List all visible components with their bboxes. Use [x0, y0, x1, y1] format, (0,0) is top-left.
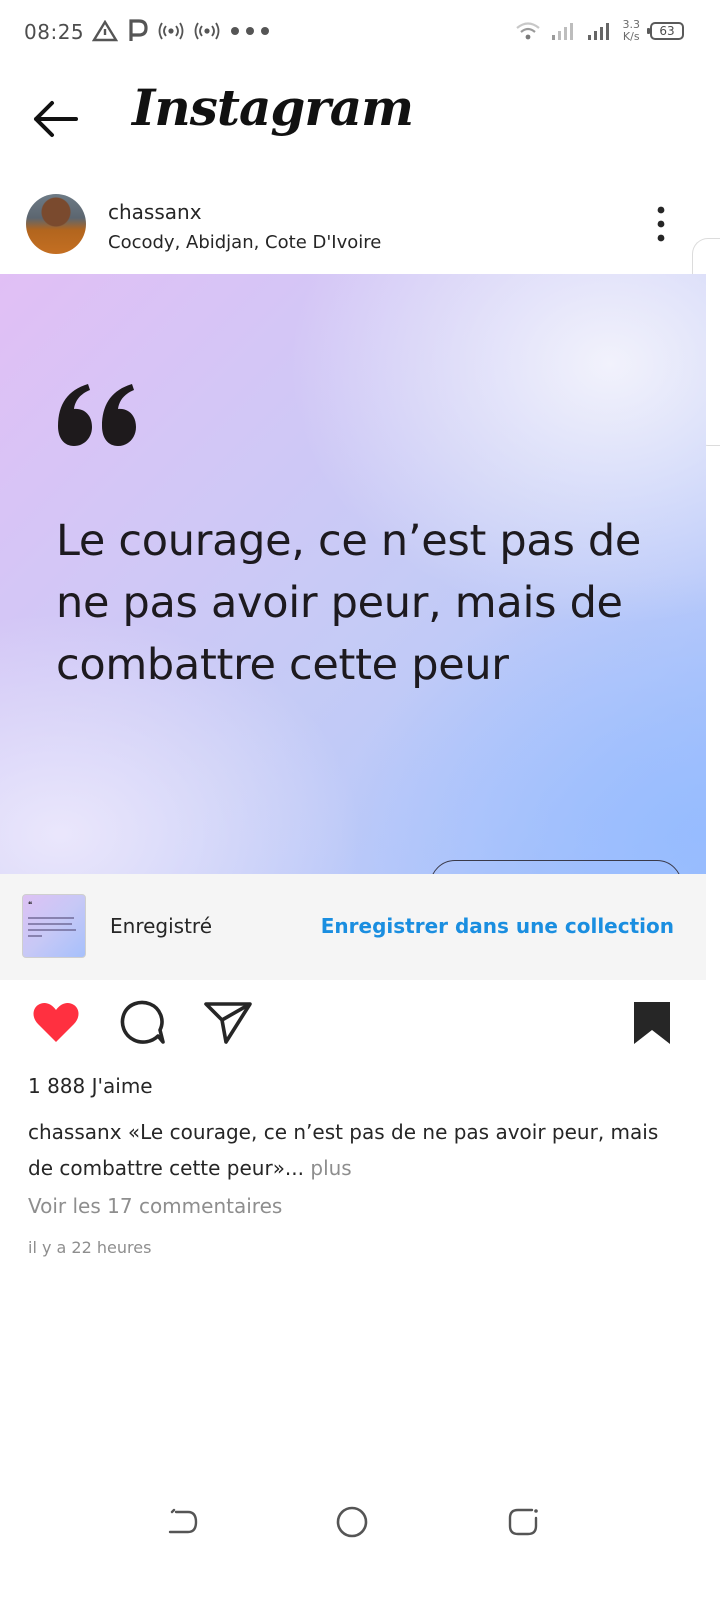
thumbnail-line [28, 917, 74, 919]
signal-icon [587, 23, 609, 40]
back-arrow-icon[interactable] [28, 92, 82, 146]
nav-home-icon[interactable] [332, 1502, 372, 1542]
quote-text: Le courage, ce n’est pas de ne pas avoir… [56, 516, 642, 690]
triangle-icon [92, 20, 118, 42]
wifi-icon [515, 22, 540, 40]
quote-mark-icon [58, 384, 136, 446]
battery-icon: 63 [647, 22, 684, 40]
app-title: Instagram [132, 78, 414, 137]
caption-more-link[interactable]: plus [304, 1156, 351, 1180]
post-username[interactable]: chassanx [108, 200, 202, 224]
thumbnail-quote-icon: ❝ [28, 900, 33, 909]
saved-post-thumbnail[interactable]: ❝ [22, 894, 86, 958]
status-time: 08:25 [24, 20, 85, 44]
view-comments-link[interactable]: Voir les 17 commentaires [28, 1194, 282, 1218]
status-left-icons [92, 16, 270, 46]
post-timestamp: il y a 22 heures [28, 1238, 152, 1257]
nav-back-icon[interactable] [162, 1502, 202, 1542]
network-speed-unit: K/s [622, 30, 640, 43]
parking-p-icon [129, 19, 148, 41]
share-send-icon[interactable] [202, 996, 254, 1048]
system-nav-bar [0, 1490, 720, 1554]
app-header: Instagram [0, 64, 720, 174]
saved-label: Enregistré [110, 914, 213, 938]
post-caption: chassanx «Le courage, ce n’est pas de ne… [28, 1114, 678, 1186]
status-bar: 08:25 3.3 K/s 63 [0, 0, 720, 64]
hotspot-icon [194, 22, 220, 40]
caption-username[interactable]: chassanx [28, 1120, 122, 1144]
post-actions [0, 996, 720, 1056]
hotspot-icon [158, 22, 184, 40]
signal-icon [551, 23, 573, 40]
thumbnail-line [28, 935, 42, 937]
saved-banner: ❝ Enregistré Enregistrer dans une collec… [0, 874, 706, 980]
bookmark-icon[interactable] [626, 996, 678, 1048]
author-tag-pill [430, 860, 682, 874]
comment-icon[interactable] [116, 996, 168, 1048]
avatar[interactable] [26, 194, 86, 254]
likes-count[interactable]: 1 888 J'aime [28, 1074, 153, 1098]
thumbnail-line [28, 929, 76, 931]
nav-recent-apps-icon[interactable] [504, 1502, 544, 1542]
network-speed: 3.3 K/s [623, 19, 641, 43]
post-header: chassanx Cocody, Abidjan, Cote D'Ivoire [0, 184, 720, 272]
post-location[interactable]: Cocody, Abidjan, Cote D'Ivoire [108, 232, 381, 253]
status-right-icons: 3.3 K/s 63 [515, 14, 684, 48]
more-dots-icon [231, 27, 269, 35]
post-image[interactable]: Le courage, ce n’est pas de ne pas avoir… [0, 274, 706, 874]
like-heart-icon[interactable] [30, 996, 82, 1048]
save-to-collection-link[interactable]: Enregistrer dans une collection [321, 914, 674, 938]
thumbnail-line [28, 923, 72, 925]
more-options-icon[interactable] [646, 204, 676, 244]
